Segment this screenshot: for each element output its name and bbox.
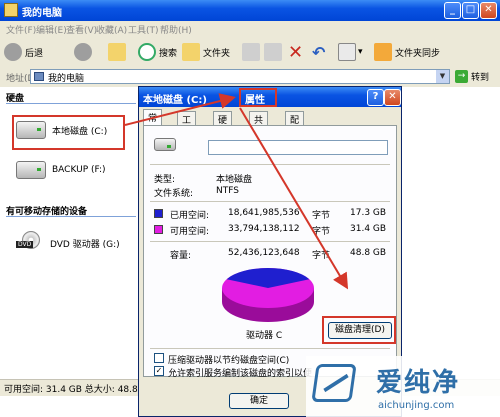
watermark-en: aichunjing.com: [378, 400, 455, 411]
watermark-cn: 爱纯净: [376, 368, 461, 398]
watermark: 爱纯净 aichunjing.com: [306, 356, 500, 417]
annotation-arrows: [124, 93, 349, 290]
watermark-logo-icon: [311, 364, 357, 402]
arrow-properties-to-cleanup: [239, 107, 349, 290]
arrow-drive-to-properties: [124, 93, 236, 126]
